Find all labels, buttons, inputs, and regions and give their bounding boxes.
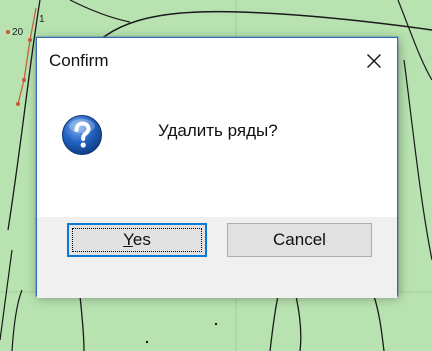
- map-label: 1: [39, 14, 45, 25]
- yes-button-label: Yes: [123, 230, 151, 249]
- yes-button[interactable]: Yes: [67, 223, 207, 257]
- confirm-dialog: Confirm Удалить ряды? Yes Cancel: [36, 37, 398, 298]
- dialog-body: Удалить ряды?: [37, 84, 397, 217]
- cancel-button[interactable]: Cancel: [227, 223, 372, 257]
- cancel-button-label: Cancel: [273, 230, 326, 249]
- close-icon: [367, 54, 381, 68]
- close-button[interactable]: [351, 38, 397, 84]
- dialog-title: Confirm: [49, 51, 109, 70]
- dialog-message: Удалить ряды?: [158, 121, 278, 140]
- question-icon: [62, 115, 102, 155]
- screen: 20 1 Confirm Удалить ряды? Yes Cancel: [0, 0, 432, 351]
- dialog-button-bar: Yes Cancel: [37, 217, 397, 298]
- dialog-titlebar[interactable]: Confirm: [37, 38, 397, 84]
- map-label: 20: [12, 27, 24, 38]
